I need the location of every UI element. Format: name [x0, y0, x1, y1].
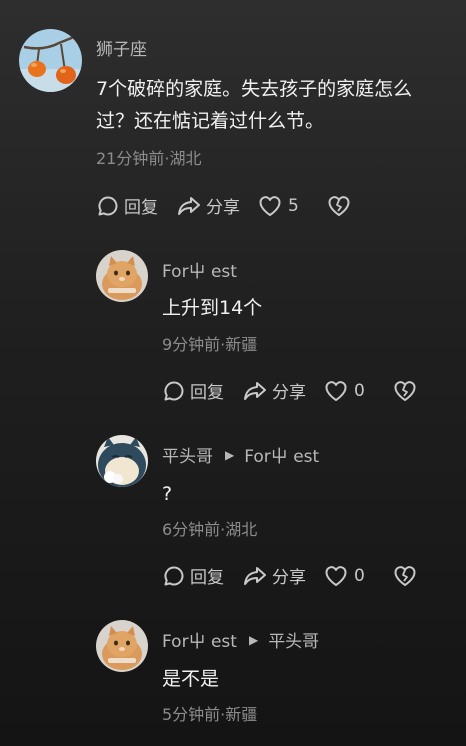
share-button[interactable]: 分享	[242, 563, 306, 588]
share-button[interactable]: 分享	[176, 193, 240, 218]
comment-username[interactable]: 平头哥 ▶ For屮 est	[162, 442, 319, 467]
like-button[interactable]: 5	[258, 195, 299, 217]
speech-bubble-icon	[98, 195, 118, 215]
orange-cat-avatar-icon	[96, 250, 148, 302]
dislike-button[interactable]	[327, 195, 355, 217]
like-button[interactable]: 0	[324, 380, 365, 402]
comment-meta: 21分钟前·湖北	[96, 149, 202, 168]
username-text[interactable]: For屮 est	[162, 627, 237, 652]
share-arrow-icon	[178, 196, 200, 215]
comment-item: 狮子座 7个破碎的家庭。失去孩子的家庭怎么过？还在惦记着过什么节。 21分钟前·…	[0, 0, 466, 240]
dislike-button[interactable]	[393, 565, 421, 587]
broken-heart-icon	[328, 195, 350, 216]
snorlax-avatar-icon	[96, 435, 148, 487]
share-arrow-icon	[244, 566, 266, 585]
like-button[interactable]: 0	[324, 565, 365, 587]
avatar[interactable]	[96, 620, 148, 672]
like-count: 0	[354, 565, 365, 586]
broken-heart-icon	[394, 380, 416, 401]
comment-meta: 9分钟前·新疆	[162, 335, 258, 354]
username-text[interactable]: For屮 est	[162, 257, 237, 282]
avatar[interactable]	[96, 250, 148, 302]
comment-username[interactable]: For屮 est ▶ 平头哥	[162, 627, 319, 652]
persimmon-avatar-icon	[19, 29, 82, 92]
orange-cat-avatar-icon	[96, 620, 148, 672]
comment-actions: 回复 分享 0	[162, 563, 421, 588]
reply-arrow-icon: ▶	[225, 447, 235, 462]
reply-button[interactable]: 回复	[162, 563, 224, 588]
comment-actions: 回复 分享 0	[162, 378, 421, 403]
reply-to-username[interactable]: 平头哥	[268, 627, 319, 652]
comment-meta: 5分钟前·新疆	[162, 705, 258, 724]
reply-button[interactable]: 回复	[162, 378, 224, 403]
reply-arrow-icon: ▶	[248, 632, 259, 647]
avatar[interactable]	[96, 435, 148, 487]
reply-to-username[interactable]: For屮 est	[244, 442, 319, 467]
dislike-button[interactable]	[393, 380, 421, 402]
reply-item: 平头哥 ▶ For屮 est ? 6分钟前·湖北 回复 分享 0	[0, 425, 466, 610]
heart-icon	[259, 195, 281, 216]
avatar[interactable]	[19, 29, 82, 92]
share-button[interactable]: 分享	[242, 378, 306, 403]
speech-bubble-icon	[164, 380, 184, 400]
username-text[interactable]: 平头哥	[162, 442, 213, 467]
heart-icon	[325, 565, 347, 586]
reply-item: For屮 est 上升到14个 9分钟前·新疆 回复 分享 0	[0, 240, 466, 425]
comment-content: 7个破碎的家庭。失去孩子的家庭怎么过？还在惦记着过什么节。	[96, 78, 413, 132]
heart-icon	[325, 380, 347, 401]
comment-content: 是不是	[162, 668, 220, 690]
comment-content: 上升到14个	[162, 297, 263, 319]
comment-meta: 6分钟前·湖北	[162, 520, 258, 539]
comment-content: ?	[162, 483, 173, 505]
share-arrow-icon	[244, 381, 266, 400]
comment-username[interactable]: For屮 est	[162, 257, 237, 282]
like-count: 0	[354, 380, 365, 401]
reply-button[interactable]: 回复	[96, 193, 158, 218]
comment-username[interactable]: 狮子座	[96, 35, 147, 60]
broken-heart-icon	[394, 565, 416, 586]
comment-actions: 回复 分享 5	[96, 193, 355, 218]
username-text[interactable]: 狮子座	[96, 35, 147, 60]
reply-item: For屮 est ▶ 平头哥 是不是 5分钟前·新疆	[0, 610, 466, 746]
like-count: 5	[288, 195, 299, 216]
speech-bubble-icon	[164, 565, 184, 585]
